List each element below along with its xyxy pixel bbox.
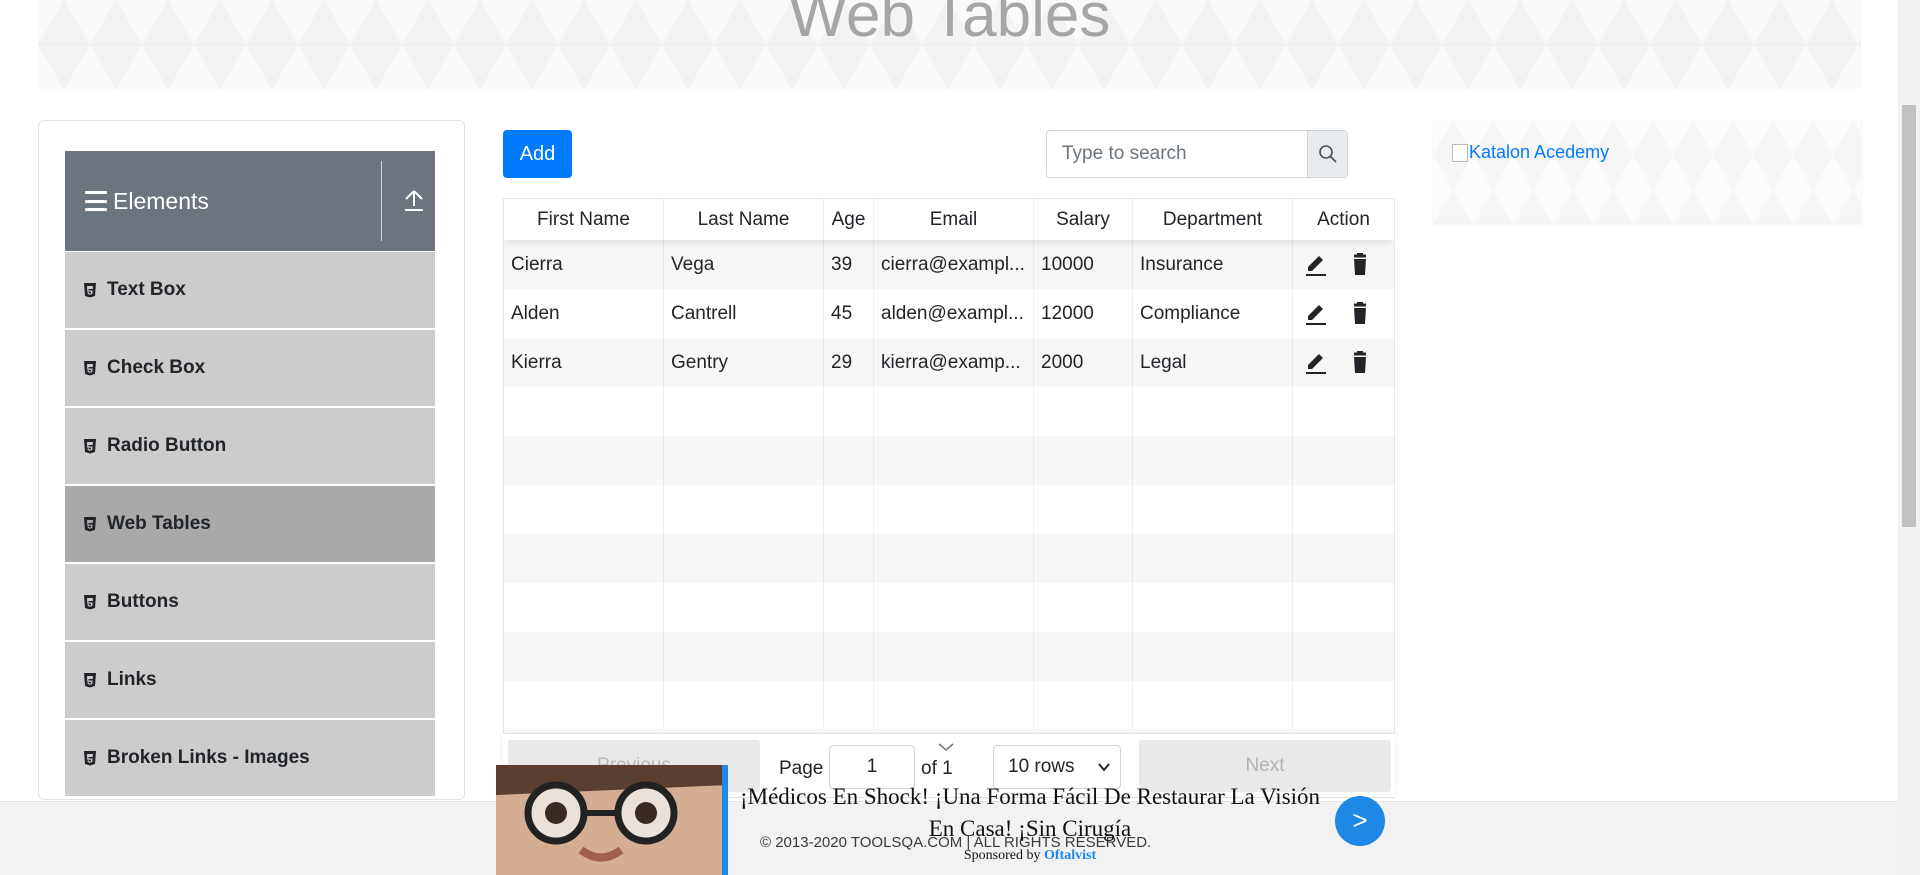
sidebar-menu: Text Box Check Box Radio Button Web Tabl… [65, 252, 435, 798]
collapse-upload-icon[interactable] [403, 189, 425, 213]
ad-sponsor-name[interactable]: Oftalvist [1044, 848, 1096, 863]
table-row: Kierra Gentry 29 kierra@examp... 2000 Le… [504, 338, 1394, 387]
cell-first-name: Cierra [504, 240, 664, 289]
cell-first-name: Alden [504, 289, 664, 338]
edit-pencil-icon[interactable] [1303, 301, 1329, 327]
ad-sponsor-prefix: Sponsored by [963, 848, 1041, 863]
cell-department: Legal [1133, 338, 1293, 387]
delete-trash-icon[interactable] [1347, 252, 1373, 278]
cell-actions [1293, 240, 1394, 289]
cell-actions [1293, 289, 1394, 338]
page-label: Page [779, 758, 824, 779]
sidebar-item-label: Radio Button [107, 435, 227, 456]
cell-email: alden@exampl... [874, 289, 1034, 338]
sidebar-item-label: Web Tables [107, 513, 211, 534]
edit-pencil-icon[interactable] [1303, 252, 1329, 278]
empty-table-row [504, 681, 1394, 730]
sidebar-item-label: Broken Links - Images [107, 747, 310, 768]
cell-salary: 12000 [1034, 289, 1133, 338]
ad-sponsor: Sponsored by Oftalvist [735, 848, 1325, 864]
sidebar-item-buttons[interactable]: Buttons [65, 564, 435, 642]
page-scrollbar[interactable] [1898, 0, 1920, 875]
cell-first-name: Kierra [504, 338, 664, 387]
column-header-department[interactable]: Department [1133, 199, 1293, 240]
cell-last-name: Cantrell [664, 289, 824, 338]
column-header-age[interactable]: Age [824, 199, 874, 240]
column-header-first-name[interactable]: First Name [504, 199, 664, 240]
delete-trash-icon[interactable] [1347, 301, 1373, 327]
side-ad-link[interactable]: Katalon Acedemy [1452, 142, 1609, 163]
cell-salary: 2000 [1034, 338, 1133, 387]
table-header: First Name Last Name Age Email Salary De… [504, 199, 1394, 240]
sidebar-item-web-tables[interactable]: Web Tables [65, 486, 435, 564]
cell-age: 39 [824, 240, 874, 289]
sidebar-item-broken-links-images[interactable]: Broken Links - Images [65, 720, 435, 798]
side-ad-banner[interactable]: Katalon Acedemy [1433, 120, 1861, 223]
cell-department: Compliance [1133, 289, 1293, 338]
cell-email: kierra@examp... [874, 338, 1034, 387]
column-header-last-name[interactable]: Last Name [664, 199, 824, 240]
column-header-action: Action [1317, 209, 1370, 230]
column-header-salary[interactable]: Salary [1034, 199, 1133, 240]
search-box [1046, 130, 1348, 178]
hamburger-icon [85, 191, 107, 211]
html5-icon [84, 751, 96, 766]
group-title: Elements [113, 187, 209, 214]
html5-icon [84, 595, 96, 610]
sidebar-item-label: Text Box [107, 279, 186, 300]
elements-group-header[interactable]: Elements [65, 151, 435, 251]
side-ad-alt-text: Katalon Acedemy [1469, 142, 1610, 162]
html5-icon [84, 517, 96, 532]
broken-image-icon [1452, 143, 1468, 162]
cell-last-name: Gentry [664, 338, 824, 387]
chevron-down-icon [1098, 763, 1110, 772]
empty-table-row [504, 534, 1394, 583]
empty-table-row [504, 387, 1394, 436]
scrollbar-thumb[interactable] [1902, 105, 1916, 527]
ad-headline[interactable]: ¡Médicos En Shock! ¡Una Forma Fácil De R… [735, 781, 1325, 845]
table-row: Alden Cantrell 45 alden@exampl... 12000 … [504, 289, 1394, 338]
sidebar-item-radio-button[interactable]: Radio Button [65, 408, 435, 486]
sidebar-item-check-box[interactable]: Check Box [65, 330, 435, 408]
web-table: First Name Last Name Age Email Salary De… [503, 198, 1395, 798]
sidebar-item-label: Check Box [107, 357, 206, 378]
cell-salary: 10000 [1034, 240, 1133, 289]
cell-department: Insurance [1133, 240, 1293, 289]
chevron-down-icon [938, 743, 954, 751]
empty-table-row [504, 583, 1394, 632]
sidebar-item-label: Buttons [107, 591, 179, 612]
cell-age: 29 [824, 338, 874, 387]
sidebar-item-text-box[interactable]: Text Box [65, 252, 435, 330]
search-icon [1318, 145, 1337, 163]
html5-icon [84, 673, 96, 688]
ad-accent-bar [722, 765, 728, 875]
sidebar-item-links[interactable]: Links [65, 642, 435, 720]
empty-table-row [504, 436, 1394, 485]
search-input[interactable] [1047, 131, 1307, 177]
page-title: Web Tables [788, 0, 1111, 50]
ad-next-arrow-button[interactable]: > [1335, 796, 1385, 846]
ad-image[interactable] [496, 765, 728, 875]
search-button[interactable] [1307, 131, 1347, 177]
cell-actions [1293, 338, 1394, 387]
page-header-banner: Web Tables [38, 0, 1861, 89]
empty-table-row [504, 632, 1394, 681]
ad-photo-glasses [496, 765, 728, 875]
rows-per-page-value: 10 rows [1008, 756, 1075, 777]
column-header-email[interactable]: Email [874, 199, 1034, 240]
delete-trash-icon[interactable] [1347, 350, 1373, 376]
add-button[interactable]: Add [503, 130, 572, 178]
html5-icon [84, 439, 96, 454]
cell-email: cierra@exampl... [874, 240, 1034, 289]
table-row: Cierra Vega 39 cierra@exampl... 10000 In… [504, 240, 1394, 289]
sidebar-item-label: Links [107, 669, 157, 690]
empty-table-row [504, 485, 1394, 534]
edit-pencil-icon[interactable] [1303, 350, 1329, 376]
cell-age: 45 [824, 289, 874, 338]
html5-icon [84, 361, 96, 376]
html5-icon [84, 283, 96, 298]
page-total: of 1 [921, 758, 953, 779]
cell-last-name: Vega [664, 240, 824, 289]
header-divider [381, 161, 382, 241]
